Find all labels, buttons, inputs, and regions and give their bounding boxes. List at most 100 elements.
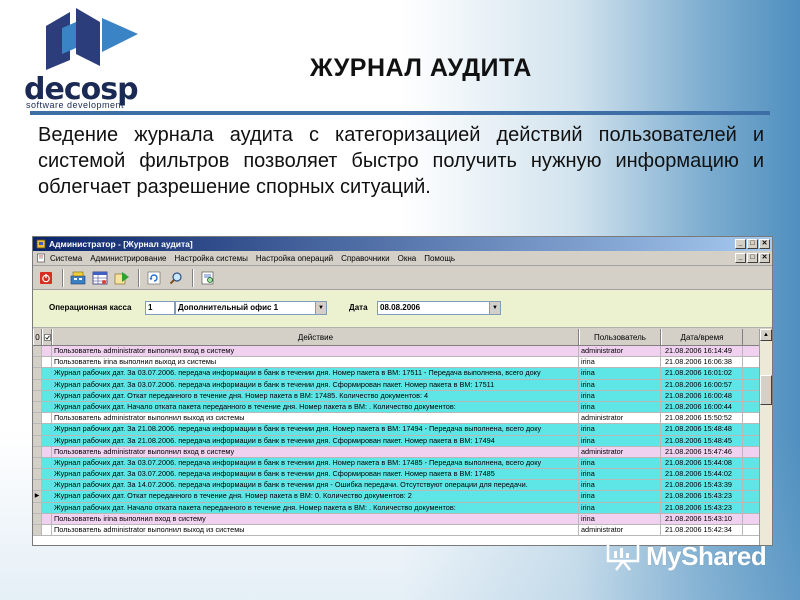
row-indicator[interactable] — [33, 525, 42, 536]
row-indicator[interactable] — [33, 435, 42, 446]
row-indicator[interactable] — [33, 401, 42, 413]
menu-directories[interactable]: Справочники — [341, 254, 389, 263]
maximize-button[interactable]: □ — [747, 239, 758, 249]
export-button[interactable] — [112, 268, 131, 287]
row-checkbox[interactable] — [42, 435, 52, 446]
chevron-down-icon[interactable]: ▼ — [489, 302, 500, 314]
minimize-button[interactable]: _ — [735, 239, 746, 249]
table-row[interactable]: Пользователь administrator выполнил вход… — [33, 446, 772, 458]
cell-datetime: 21.08.2006 16:00:57 — [661, 379, 743, 390]
office-select[interactable]: Дополнительный офис 1 ▼ — [175, 301, 327, 315]
row-checkbox[interactable] — [42, 469, 52, 480]
row-checkbox[interactable] — [42, 525, 52, 536]
table-row[interactable]: Журнал рабочих дат. За 14.07.2006. перед… — [33, 480, 772, 492]
header-datetime[interactable]: Дата/время — [661, 329, 743, 345]
cash-desk-button[interactable] — [68, 268, 87, 287]
menu-administration[interactable]: Администрирование — [90, 254, 166, 263]
header-action[interactable]: Действие — [52, 329, 579, 345]
print-preview-button[interactable] — [198, 268, 217, 287]
table-row[interactable]: Журнал рабочих дат. Откат переданного в … — [33, 390, 772, 402]
table-row[interactable]: Пользователь irina выполнил вход в систе… — [33, 513, 772, 525]
table-row[interactable]: Журнал рабочих дат. За 21.08.2006. перед… — [33, 435, 772, 447]
refresh-button[interactable] — [144, 268, 163, 287]
chevron-down-icon[interactable]: ▼ — [315, 302, 326, 314]
row-indicator[interactable] — [33, 357, 42, 368]
scroll-up-icon[interactable]: ▲ — [760, 329, 772, 341]
table-row[interactable]: Пользователь irina выполнил выход из сис… — [33, 357, 772, 369]
table-view-button[interactable] — [90, 268, 109, 287]
row-checkbox[interactable] — [42, 513, 52, 524]
company-logo: decosp software development — [24, 8, 154, 110]
menu-windows[interactable]: Окна — [398, 254, 417, 263]
table-row[interactable]: Журнал рабочих дат. За 03.07.2006. перед… — [33, 368, 772, 380]
child-minimize-button[interactable]: _ — [735, 253, 746, 263]
cell-action: Пользователь irina выполнил выход из сис… — [52, 357, 579, 368]
row-indicator[interactable] — [33, 368, 42, 379]
close-button[interactable]: ✕ — [759, 239, 770, 249]
menu-system-settings[interactable]: Настройка системы — [175, 254, 248, 263]
date-picker[interactable]: 08.08.2006 ▼ — [377, 301, 501, 315]
row-indicator[interactable] — [33, 446, 42, 457]
scroll-thumb[interactable] — [760, 375, 772, 405]
table-row[interactable]: Журнал рабочих дат. За 03.07.2006. перед… — [33, 457, 772, 470]
cell-user: irina — [579, 368, 661, 379]
row-checkbox[interactable] — [42, 424, 52, 435]
menu-system[interactable]: Система — [50, 254, 82, 263]
row-checkbox[interactable] — [42, 379, 52, 390]
row-checkbox[interactable] — [42, 368, 52, 379]
cell-action: Пользователь irina выполнил вход в систе… — [52, 513, 579, 524]
header-user[interactable]: Пользователь — [579, 329, 661, 345]
toolbar-separator — [192, 268, 194, 287]
grid-body: Пользователь administrator выполнил вход… — [33, 346, 772, 537]
row-indicator[interactable] — [33, 346, 42, 357]
office-code-field[interactable]: 1 — [145, 301, 175, 315]
table-row[interactable]: Журнал рабочих дат. За 21.08.2006. перед… — [33, 424, 772, 436]
row-indicator[interactable] — [33, 413, 42, 424]
menu-operation-settings[interactable]: Настройка операций — [256, 254, 333, 263]
table-row[interactable]: ▶ Журнал рабочих дат. Откат переданного в… — [33, 491, 772, 503]
cell-user: administrator — [579, 525, 661, 536]
row-indicator[interactable] — [33, 513, 42, 524]
table-row[interactable]: Журнал рабочих дат. За 03.07.2006. перед… — [33, 469, 772, 481]
cell-datetime: 21.08.2006 16:14:49 — [661, 346, 743, 357]
row-checkbox[interactable] — [42, 401, 52, 413]
row-indicator[interactable] — [33, 502, 42, 513]
child-maximize-button[interactable]: □ — [747, 253, 758, 263]
title-divider — [30, 111, 770, 115]
vertical-scrollbar[interactable]: ▲ — [759, 329, 772, 545]
row-indicator[interactable] — [33, 469, 42, 480]
table-icon — [92, 271, 107, 284]
row-checkbox[interactable] — [42, 491, 52, 502]
table-row[interactable]: Пользователь administrator выполнил вход… — [33, 346, 772, 358]
search-button[interactable] — [166, 268, 185, 287]
row-checkbox[interactable] — [42, 390, 52, 401]
row-indicator[interactable] — [33, 379, 42, 390]
row-indicator[interactable] — [33, 480, 42, 491]
row-indicator[interactable] — [33, 457, 42, 469]
header-check-all[interactable] — [42, 329, 52, 345]
table-row[interactable]: Журнал рабочих дат. Начало отката пакета… — [33, 401, 772, 414]
row-indicator[interactable] — [33, 424, 42, 435]
table-row[interactable]: Пользователь administrator выполнил выхо… — [33, 525, 772, 537]
row-checkbox[interactable] — [42, 457, 52, 469]
row-checkbox[interactable] — [42, 502, 52, 513]
cell-datetime: 21.08.2006 15:42:34 — [661, 525, 743, 536]
app-icon — [36, 239, 46, 249]
watermark-text: MyShared — [646, 540, 767, 571]
row-checkbox[interactable] — [42, 446, 52, 457]
table-row[interactable]: Журнал рабочих дат. За 03.07.2006. перед… — [33, 379, 772, 391]
header-indicator: 0 — [33, 329, 42, 345]
exit-button[interactable] — [36, 268, 55, 287]
cell-user: irina — [579, 469, 661, 480]
row-checkbox[interactable] — [42, 480, 52, 491]
row-indicator[interactable] — [33, 390, 42, 401]
row-checkbox[interactable] — [42, 357, 52, 368]
child-close-button[interactable]: ✕ — [759, 253, 770, 263]
menu-help[interactable]: Помощь — [424, 254, 455, 263]
table-row[interactable]: Пользователь administrator выполнил выхо… — [33, 413, 772, 425]
row-indicator[interactable]: ▶ — [33, 491, 42, 502]
row-checkbox[interactable] — [42, 413, 52, 424]
row-checkbox[interactable] — [42, 346, 52, 357]
table-row[interactable]: Журнал рабочих дат. Начало отката пакета… — [33, 502, 772, 514]
window-titlebar[interactable]: Администратор - [Журнал аудита] _ □ ✕ — [33, 237, 772, 251]
